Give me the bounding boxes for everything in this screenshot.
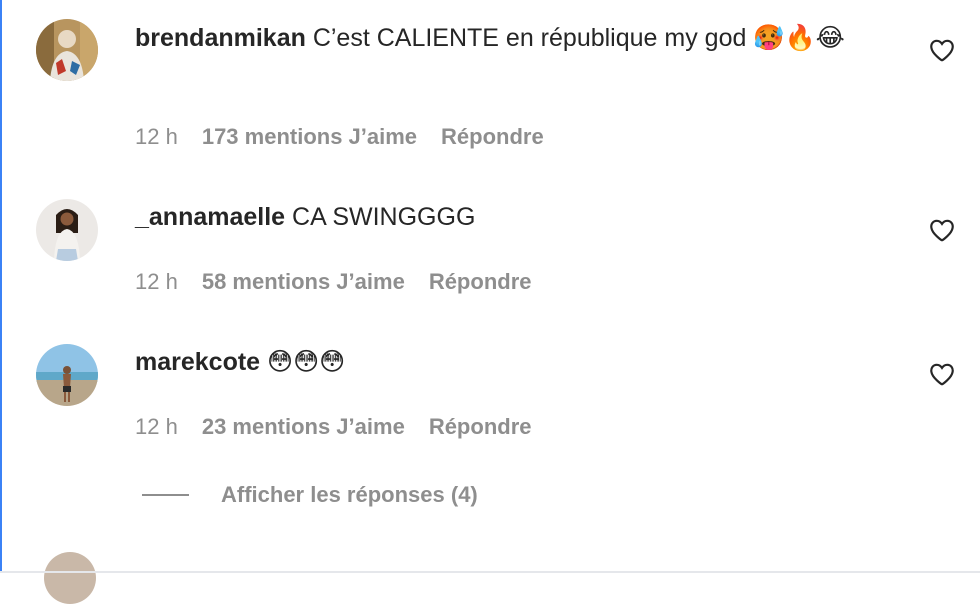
comment-body: brendanmikan C’est CALIENTE en républiqu…	[135, 22, 895, 55]
username[interactable]: marekcote	[135, 348, 260, 376]
heart-icon[interactable]	[929, 38, 955, 62]
divider-line	[142, 494, 189, 496]
comment-body: marekcote 😳😳😳	[135, 346, 895, 379]
heart-icon[interactable]	[929, 218, 955, 242]
likes-count[interactable]: 58 mentions J’aime	[202, 269, 405, 295]
comment-text: CA SWINGGGG	[292, 203, 476, 231]
comment-text: C’est CALIENTE en république my god 🥵🔥😂	[312, 24, 845, 52]
comment-meta: 12 h 58 mentions J’aime Répondre	[135, 269, 532, 295]
avatar[interactable]	[44, 552, 96, 604]
timestamp[interactable]: 12 h	[135, 124, 178, 150]
reply-button[interactable]: Répondre	[429, 414, 532, 440]
comment-meta: 12 h 23 mentions J’aime Répondre	[135, 414, 532, 440]
username[interactable]: _annamaelle	[135, 203, 285, 231]
avatar[interactable]	[36, 344, 98, 406]
left-edge-border	[0, 0, 2, 573]
heart-icon[interactable]	[929, 362, 955, 386]
likes-count[interactable]: 173 mentions J’aime	[202, 124, 417, 150]
timestamp[interactable]: 12 h	[135, 414, 178, 440]
timestamp[interactable]: 12 h	[135, 269, 178, 295]
reply-button[interactable]: Répondre	[441, 124, 544, 150]
likes-count[interactable]: 23 mentions J’aime	[202, 414, 405, 440]
avatar[interactable]	[36, 19, 98, 81]
comment-meta: 12 h 173 mentions J’aime Répondre	[135, 124, 544, 150]
comment-text: 😳😳😳	[267, 348, 346, 376]
avatar[interactable]	[36, 199, 98, 261]
comment-body: _annamaelle CA SWINGGGG	[135, 201, 895, 234]
view-replies-button[interactable]: Afficher les réponses (4)	[142, 481, 478, 509]
username[interactable]: brendanmikan	[135, 24, 306, 52]
reply-button[interactable]: Répondre	[429, 269, 532, 295]
view-replies-label: Afficher les réponses (4)	[221, 482, 478, 507]
